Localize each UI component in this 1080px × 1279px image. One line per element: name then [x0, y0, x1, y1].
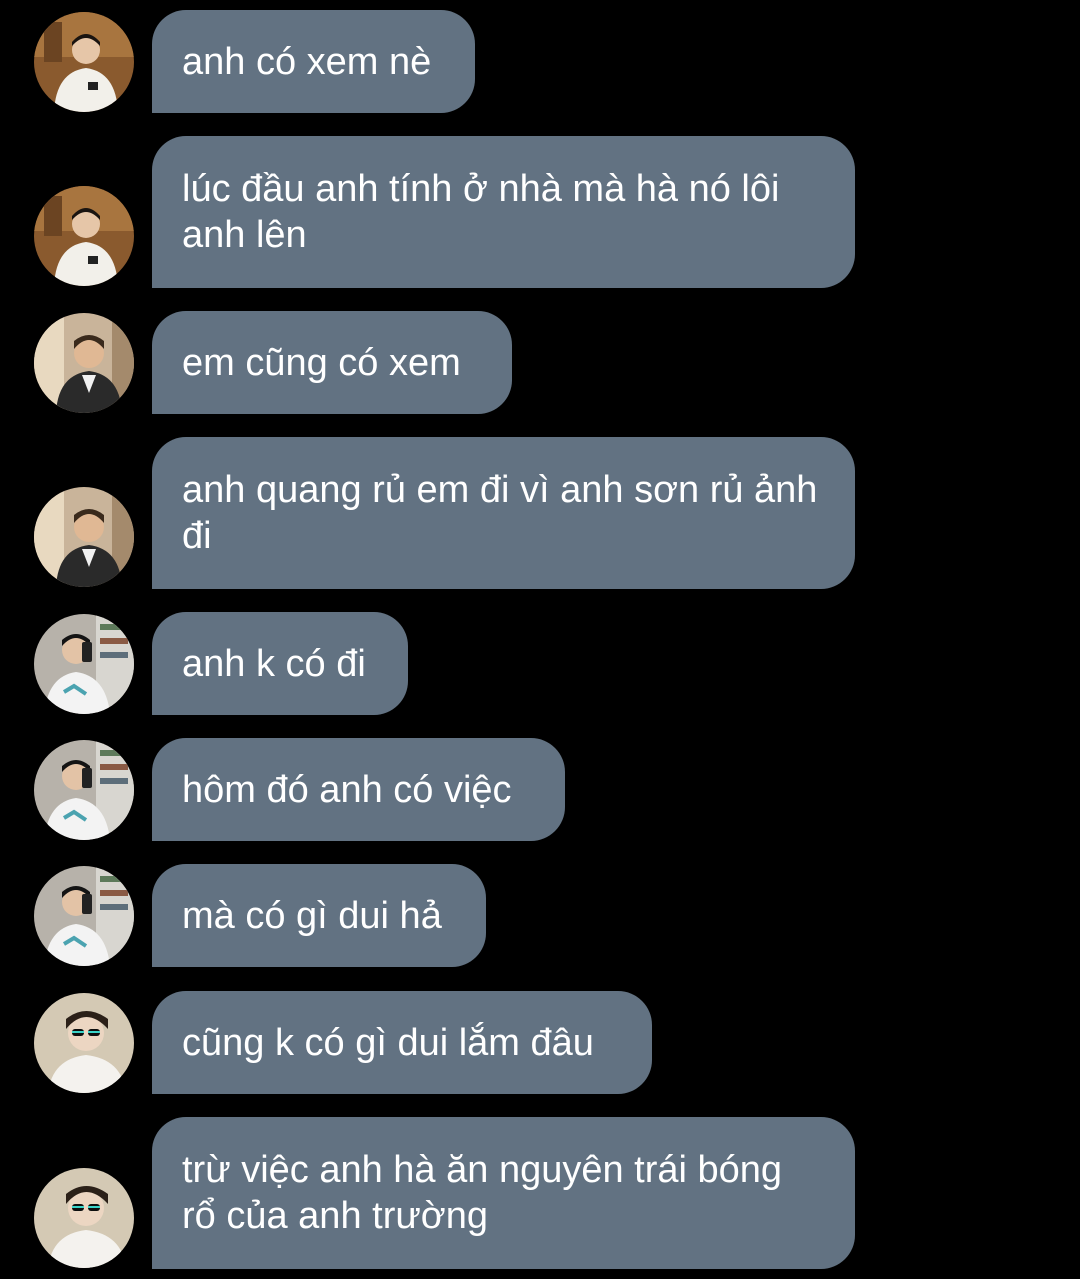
message-bubble[interactable]: mà có gì dui hả: [152, 864, 486, 967]
message-bubble[interactable]: lúc đầu anh tính ở nhà mà hà nó lôi anh …: [152, 136, 855, 288]
message-text: anh k có đi: [182, 642, 366, 685]
user-a-avatar[interactable]: [34, 186, 134, 286]
user-d-avatar[interactable]: [34, 993, 134, 1093]
user-c-avatar[interactable]: [34, 614, 134, 714]
message-bubble[interactable]: anh k có đi: [152, 612, 408, 715]
message-text: em cũng có xem: [182, 341, 461, 384]
message-text: hôm đó anh có việc: [182, 768, 512, 811]
message-text: cũng k có gì dui lắm đâu: [182, 1021, 594, 1064]
message-text: anh có xem nè: [182, 40, 432, 83]
user-a-avatar[interactable]: [34, 12, 134, 112]
message-bubble[interactable]: hôm đó anh có việc: [152, 738, 565, 841]
message-bubble[interactable]: trừ việc anh hà ăn nguyên trái bóng rổ c…: [152, 1117, 855, 1269]
user-b-avatar[interactable]: [34, 313, 134, 413]
user-d-avatar[interactable]: [34, 1168, 134, 1268]
user-c-avatar[interactable]: [34, 740, 134, 840]
user-b-avatar[interactable]: [34, 487, 134, 587]
user-c-avatar[interactable]: [34, 866, 134, 966]
message-text: mà có gì dui hả: [182, 894, 442, 937]
chat-thread: anh có xem nè lúc đầu anh tính ở nhà mà …: [0, 0, 1080, 1279]
message-text: trừ việc anh hà ăn nguyên trái bóng rổ c…: [182, 1149, 783, 1237]
message-bubble[interactable]: cũng k có gì dui lắm đâu: [152, 991, 652, 1094]
message-bubble[interactable]: anh có xem nè: [152, 10, 475, 113]
message-text: lúc đầu anh tính ở nhà mà hà nó lôi anh …: [182, 168, 780, 256]
message-text: anh quang rủ em đi vì anh sơn rủ ảnh đi: [182, 469, 818, 557]
message-bubble[interactable]: anh quang rủ em đi vì anh sơn rủ ảnh đi: [152, 437, 855, 589]
message-bubble[interactable]: em cũng có xem: [152, 311, 512, 414]
